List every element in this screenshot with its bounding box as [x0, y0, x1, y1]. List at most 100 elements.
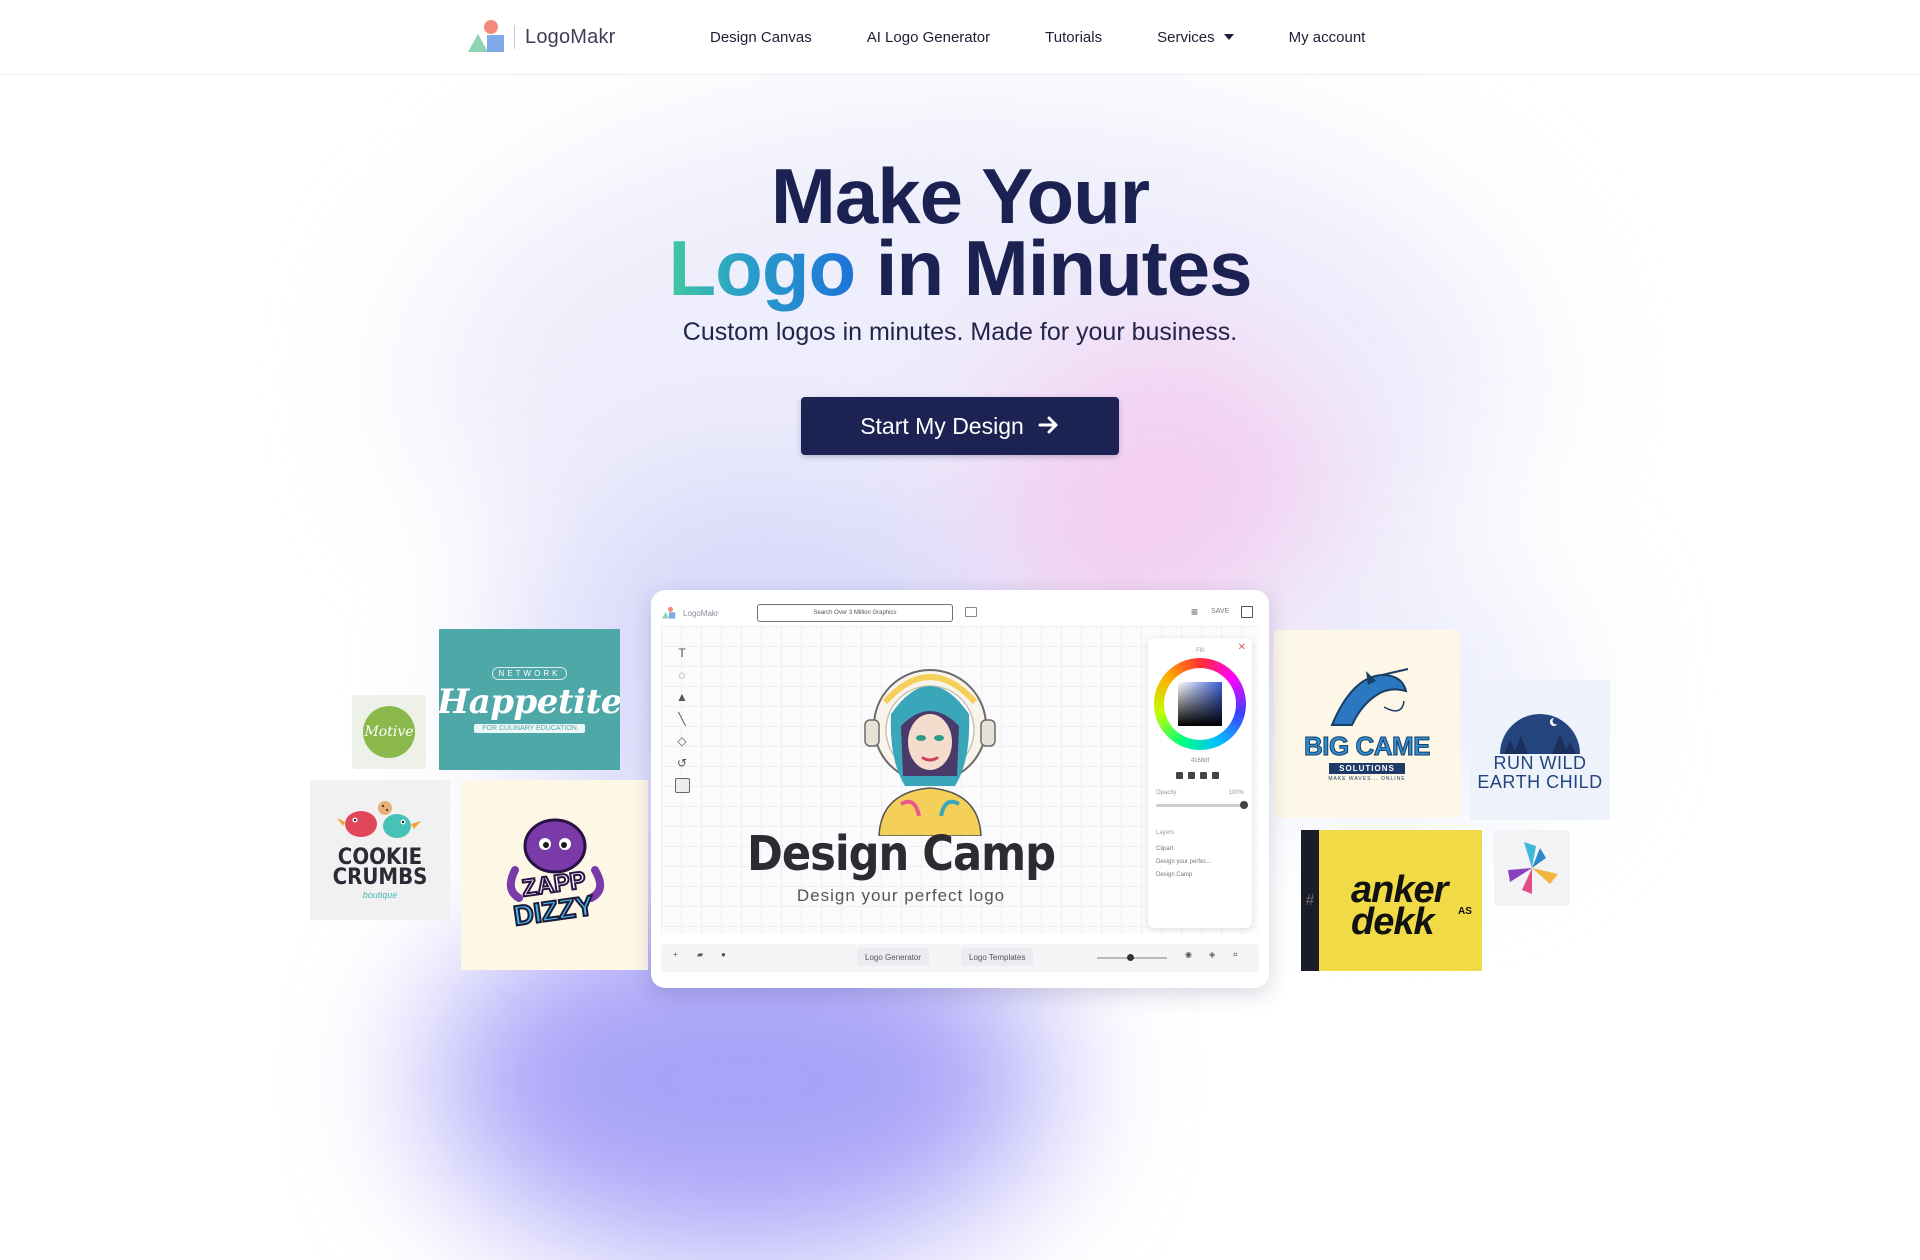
top-nav: LogoMakr Design Canvas AI Logo Generator…	[0, 0, 1920, 75]
runwild-text: RUN WILD EARTH CHILD	[1477, 754, 1602, 792]
history-tool-icon: ↺	[676, 756, 688, 770]
editor-brand-name: LogoMakr	[683, 608, 719, 618]
brand-name: LogoMakr	[525, 25, 616, 48]
bigcame-name: BIG CAME	[1304, 730, 1432, 761]
editor-search-input: Search Over 3 Million Graphics	[757, 604, 953, 622]
color-panel: ✕ Fill 4168df Opacity 100% Layers Clipar…	[1148, 638, 1252, 928]
logo-sample-zapp-dizzy: ZAPP DIZZY	[461, 780, 648, 970]
layer-item: Design your perfec...	[1156, 859, 1212, 865]
bigcame-ribbon: SOLUTIONS	[1329, 762, 1405, 774]
editor-brand: LogoMakr	[661, 606, 719, 620]
text-tool-icon: T	[678, 646, 686, 660]
start-design-label: Start My Design	[860, 412, 1024, 439]
start-design-button[interactable]: Start My Design	[801, 397, 1119, 455]
globe-icon: ◉	[1185, 950, 1192, 959]
hex-value: 4168df	[1190, 758, 1210, 764]
logo-sample-big-came: BIG CAME SOLUTIONS MAKE WAVES... ONLINE	[1274, 630, 1460, 818]
line-tool-icon: ╲	[678, 712, 686, 726]
forest-moon-icon	[1500, 714, 1580, 754]
settings-icon: ●	[721, 950, 726, 959]
anker-suffix: AS	[1458, 906, 1472, 917]
nav-links: Design Canvas AI Logo Generator Tutorial…	[710, 0, 1420, 74]
anker-strip: #	[1301, 830, 1319, 971]
hero-subtitle: Custom logos in minutes. Made for your b…	[682, 318, 1238, 346]
runwild-line2: EARTH CHILD	[1477, 772, 1603, 792]
hero-title-highlight: Logo	[668, 224, 857, 312]
zoom-slider	[1097, 954, 1167, 961]
hero-title-rest: in Minutes	[875, 224, 1253, 312]
crop-icon: ⌗	[1233, 950, 1238, 959]
editor-bottom-bar: + ▰ ● Logo Generator Logo Templates ◉ ◈ …	[661, 944, 1259, 972]
happetite-name: Happetite	[439, 681, 620, 722]
layer-item: Design Camp	[1156, 872, 1193, 878]
swatch	[1212, 772, 1219, 779]
happetite-ribbon: FOR CULINARY EDUCATION	[474, 723, 585, 733]
color-wheel	[1154, 658, 1246, 750]
editor-preview: LogoMakr Search Over 3 Million Graphics …	[651, 590, 1269, 988]
fill-label: Fill	[1196, 648, 1204, 654]
color-picker-square	[1178, 682, 1222, 726]
layers-icon: ◈	[1209, 950, 1216, 959]
arrow-right-icon	[1038, 413, 1060, 439]
logo-sample-motive: Motive	[352, 695, 426, 769]
swatch	[1176, 772, 1183, 779]
astronaut-girl-icon	[864, 669, 996, 836]
cookie-name-line2: CRUMBS	[332, 865, 428, 890]
editor-canvas: T ◌ ▲ ╲ ◇ ↺ Design Camp Design your perf	[661, 626, 1259, 934]
editor-toolbar: LogoMakr Search Over 3 Million Graphics …	[661, 600, 1259, 626]
logo-sample-anker-dekk: # anker dekk AS	[1301, 830, 1482, 971]
nav-my-account[interactable]: My account	[1289, 29, 1366, 46]
birds-icon	[335, 800, 425, 844]
logo-sample-star	[1494, 830, 1570, 906]
hero-title-line2: Logo in Minutes	[0, 222, 1920, 314]
logo-sample-run-wild: RUN WILD EARTH CHILD	[1470, 680, 1610, 820]
bigcame-tag: MAKE WAVES... ONLINE	[1328, 775, 1406, 782]
opacity-label: Opacity	[1156, 790, 1177, 796]
cookie-name: COOKIE CRUMBS	[332, 847, 428, 890]
fill-tool-icon: ◇	[677, 734, 687, 748]
menu-icon: ≡	[1191, 605, 1199, 619]
save-icon	[1241, 606, 1253, 618]
brand-logo-link[interactable]: LogoMakr	[466, 18, 616, 56]
pinwheel-icon	[1508, 842, 1558, 894]
logomakr-logo-icon	[466, 18, 508, 56]
nav-design-canvas[interactable]: Design Canvas	[710, 29, 812, 46]
shape-tool-icon: ◌	[678, 668, 686, 682]
chat-icon: ▰	[697, 950, 704, 959]
nav-tutorials[interactable]: Tutorials	[1045, 29, 1102, 46]
brand-separator	[514, 25, 515, 49]
opacity-slider-knob	[1240, 801, 1248, 809]
octopus-icon: ZAPP DIZZY	[506, 818, 604, 933]
image-icon	[965, 607, 977, 617]
triangle-tool-icon: ▲	[676, 690, 688, 704]
ai-logo-generator-pill: Logo Generator	[857, 948, 930, 966]
opacity-slider	[1156, 801, 1248, 809]
anker-text: anker dekk	[1351, 871, 1448, 941]
zoom-slider-knob	[1127, 954, 1134, 961]
logo-sample-happetite: NETWORK Happetite FOR CULINARY EDUCATION	[439, 629, 620, 770]
runwild-line1: RUN WILD	[1493, 753, 1587, 773]
cookie-sub: boutique	[362, 890, 398, 900]
motive-logo-text: Motive	[363, 706, 415, 758]
layers-label: Layers	[1156, 830, 1175, 836]
nav-ai-logo-generator[interactable]: AI Logo Generator	[867, 29, 990, 46]
logo-templates-pill: Logo Templates	[961, 948, 1034, 966]
editor-logo-title: Design Camp	[746, 826, 1056, 882]
logo-sample-cookie-crumbs: COOKIE CRUMBS boutique	[310, 780, 450, 920]
nav-services[interactable]: Services	[1157, 29, 1234, 46]
nav-services-label: Services	[1157, 28, 1215, 46]
chevron-down-icon	[1223, 34, 1234, 40]
anker-line2: dekk	[1351, 901, 1435, 943]
marlin-icon	[1330, 667, 1409, 726]
swatch	[1200, 772, 1207, 779]
editor-tools: T ◌ ▲ ╲ ◇ ↺	[671, 646, 693, 793]
logomakr-logo-icon	[662, 606, 676, 619]
happetite-top: NETWORK	[491, 666, 568, 680]
opacity-value: 100%	[1228, 790, 1244, 796]
background-tool-icon	[674, 778, 690, 793]
swatch	[1188, 772, 1195, 779]
plus-icon: +	[673, 950, 678, 959]
editor-save-label: SAVE	[1211, 608, 1230, 615]
editor-logo-subtitle: Design your perfect logo	[796, 886, 1006, 905]
swatches	[1176, 772, 1224, 779]
